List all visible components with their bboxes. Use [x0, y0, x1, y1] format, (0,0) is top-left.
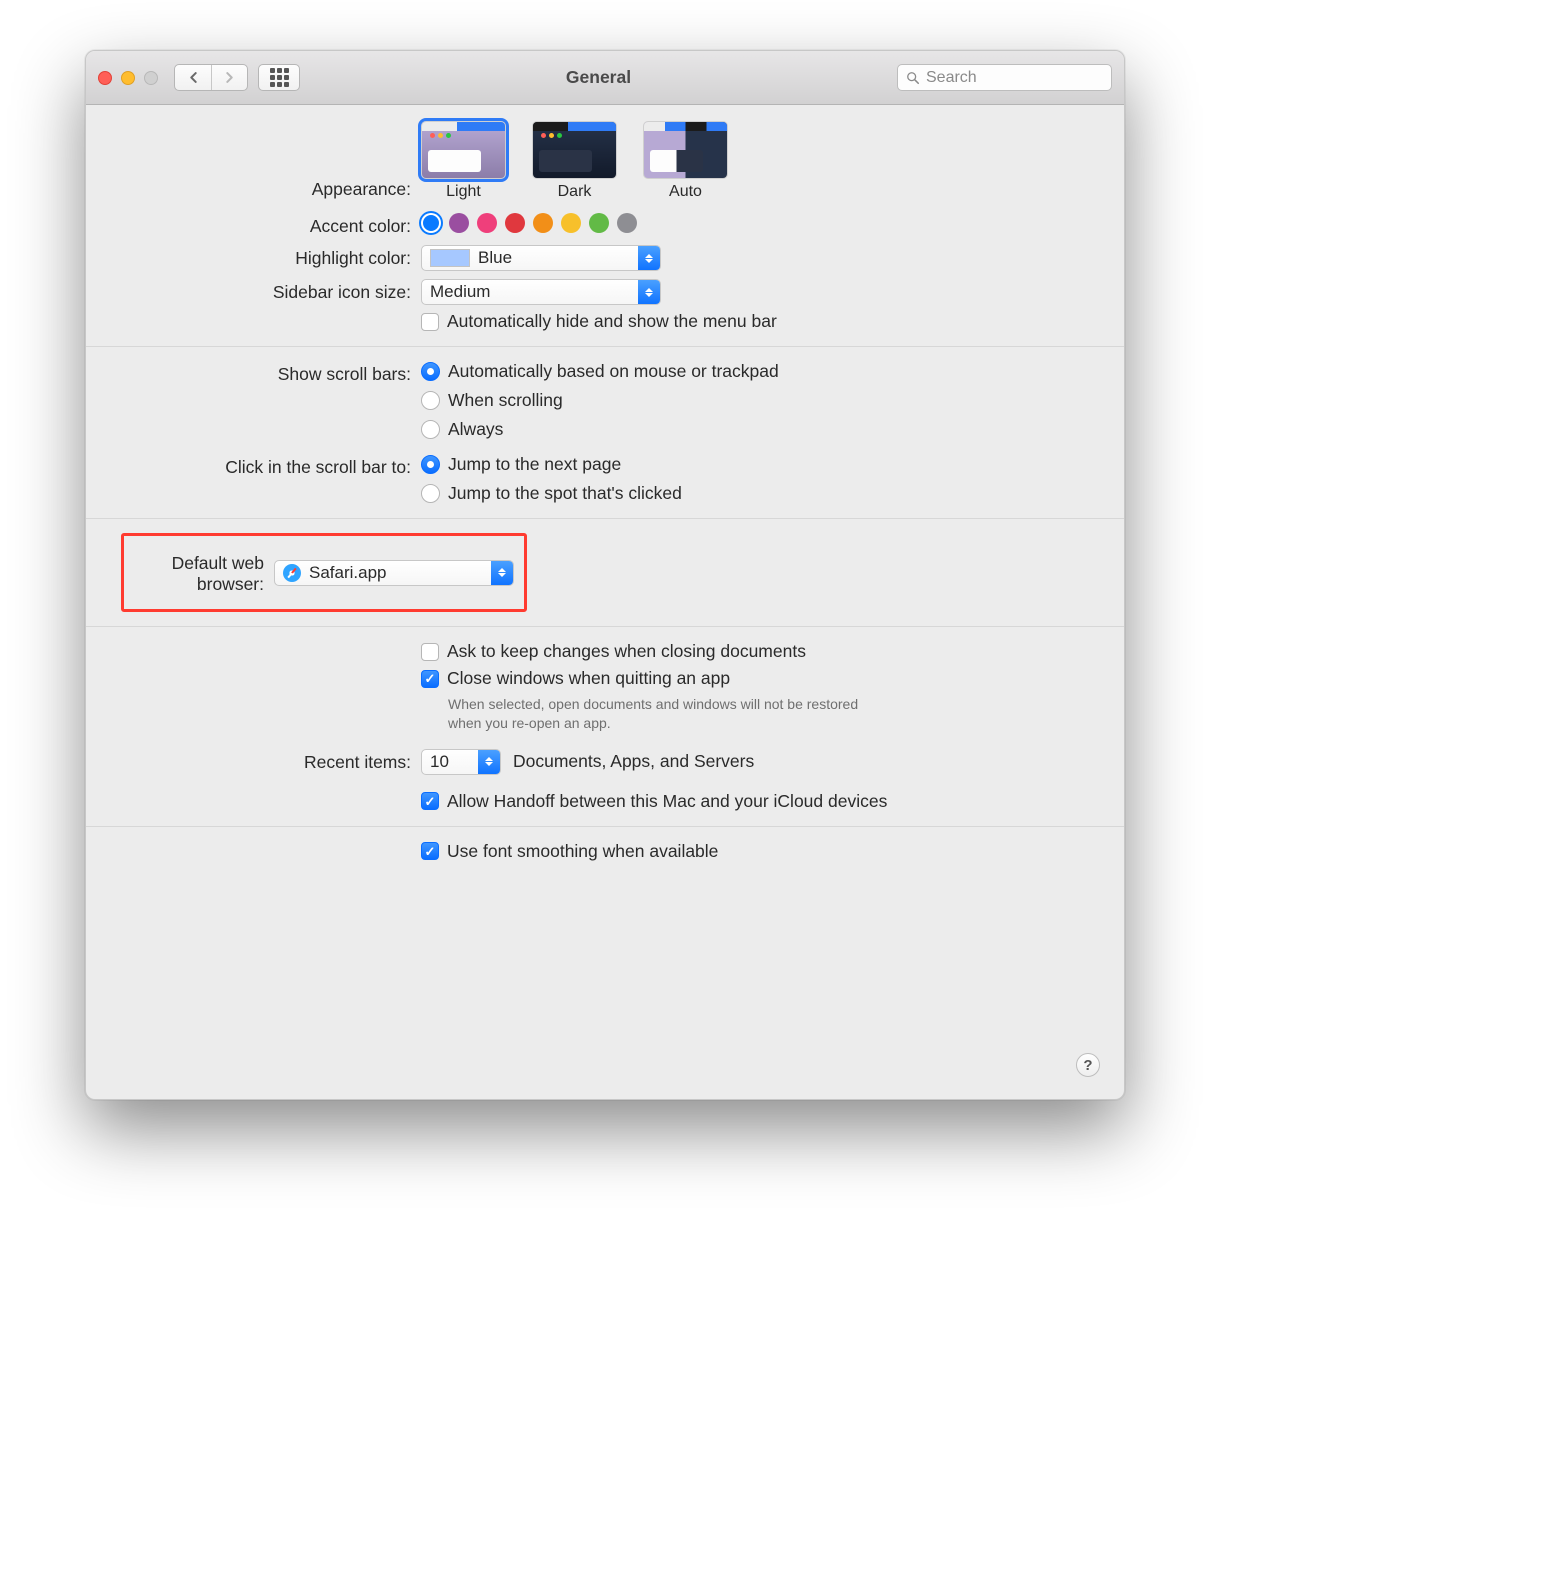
accent-red[interactable]: [505, 213, 525, 233]
divider: [86, 346, 1124, 347]
scrollbars-scrolling[interactable]: When scrolling: [421, 390, 1094, 411]
appearance-label: Appearance:: [116, 121, 421, 200]
highlight-chip: [430, 249, 470, 267]
accent-orange[interactable]: [533, 213, 553, 233]
highlight-label: Highlight color:: [116, 245, 421, 269]
radio-icon: [421, 455, 440, 474]
chevron-updown-icon: [638, 280, 660, 304]
toolbar: General Search: [86, 51, 1124, 105]
preferences-window: General Search Appearance: Light: [85, 50, 1125, 1100]
highlight-value: Blue: [478, 248, 512, 268]
recent-value: 10: [430, 752, 449, 772]
sidebar-size-label: Sidebar icon size:: [116, 279, 421, 303]
accent-gray[interactable]: [617, 213, 637, 233]
divider: [86, 518, 1124, 519]
accent-pink[interactable]: [477, 213, 497, 233]
checkbox-icon: [421, 792, 439, 810]
radio-icon: [421, 484, 440, 503]
handoff-label: Allow Handoff between this Mac and your …: [447, 791, 887, 812]
show-all-button[interactable]: [258, 64, 300, 91]
sidebar-size-popup[interactable]: Medium: [421, 279, 661, 305]
nav-back-forward: [174, 64, 248, 91]
font-smoothing-checkbox[interactable]: Use font smoothing when available: [421, 841, 1094, 862]
appearance-auto-label: Auto: [669, 183, 702, 201]
close-windows-hint: When selected, open documents and window…: [421, 695, 891, 733]
click-scroll-label: Click in the scroll bar to:: [116, 454, 421, 478]
search-icon: [906, 71, 920, 85]
radio-icon: [421, 362, 440, 381]
sidebar-size-value: Medium: [430, 282, 490, 302]
search-input[interactable]: Search: [897, 64, 1112, 91]
appearance-light-label: Light: [446, 183, 481, 201]
appearance-light[interactable]: [421, 121, 506, 179]
divider: [86, 826, 1124, 827]
default-browser-label: Default web browser:: [124, 550, 274, 595]
scrollbars-always[interactable]: Always: [421, 419, 1094, 440]
back-button[interactable]: [175, 65, 211, 90]
menubar-hide-label: Automatically hide and show the menu bar: [447, 311, 777, 332]
accent-purple[interactable]: [449, 213, 469, 233]
default-browser-highlight: Default web browser: Safari.app: [121, 533, 527, 612]
close-window-button[interactable]: [98, 71, 112, 85]
checkbox-icon: [421, 643, 439, 661]
recent-label: Recent items:: [116, 749, 421, 773]
accent-label: Accent color:: [116, 213, 421, 237]
close-windows-label: Close windows when quitting an app: [447, 668, 730, 689]
chevron-updown-icon: [491, 561, 513, 585]
chevron-updown-icon: [638, 246, 660, 270]
content: Appearance: Light: [86, 105, 1124, 886]
help-button[interactable]: ?: [1076, 1053, 1100, 1077]
scrollbars-label: Show scroll bars:: [116, 361, 421, 385]
appearance-dark-label: Dark: [558, 183, 592, 201]
accent-blue[interactable]: [421, 213, 441, 233]
default-browser-value: Safari.app: [309, 563, 387, 583]
chevron-updown-icon: [478, 750, 500, 774]
ask-keep-checkbox[interactable]: Ask to keep changes when closing documen…: [421, 641, 1094, 662]
accent-green[interactable]: [589, 213, 609, 233]
appearance-auto[interactable]: [643, 121, 728, 179]
search-placeholder: Search: [926, 69, 977, 87]
ask-keep-label: Ask to keep changes when closing documen…: [447, 641, 806, 662]
safari-icon: [283, 564, 301, 582]
divider: [86, 626, 1124, 627]
window-controls: [98, 71, 158, 85]
forward-button[interactable]: [211, 65, 247, 90]
default-browser-popup[interactable]: Safari.app: [274, 560, 514, 586]
highlight-popup[interactable]: Blue: [421, 245, 661, 271]
radio-icon: [421, 391, 440, 410]
minimize-window-button[interactable]: [121, 71, 135, 85]
menubar-hide-checkbox[interactable]: Automatically hide and show the menu bar: [421, 311, 1094, 332]
handoff-checkbox[interactable]: Allow Handoff between this Mac and your …: [421, 791, 1094, 812]
recent-popup[interactable]: 10: [421, 749, 501, 775]
zoom-window-button: [144, 71, 158, 85]
font-smoothing-label: Use font smoothing when available: [447, 841, 718, 862]
grid-icon: [270, 68, 289, 87]
recent-suffix: Documents, Apps, and Servers: [513, 751, 754, 772]
click-scroll-next[interactable]: Jump to the next page: [421, 454, 1094, 475]
checkbox-icon: [421, 670, 439, 688]
checkbox-icon: [421, 842, 439, 860]
click-scroll-spot[interactable]: Jump to the spot that's clicked: [421, 483, 1094, 504]
accent-swatches: [421, 213, 1094, 233]
close-windows-checkbox[interactable]: Close windows when quitting an app: [421, 668, 1094, 689]
accent-yellow[interactable]: [561, 213, 581, 233]
window-title: General: [310, 67, 887, 88]
checkbox-icon: [421, 313, 439, 331]
radio-icon: [421, 420, 440, 439]
appearance-dark[interactable]: [532, 121, 617, 179]
scrollbars-auto[interactable]: Automatically based on mouse or trackpad: [421, 361, 1094, 382]
